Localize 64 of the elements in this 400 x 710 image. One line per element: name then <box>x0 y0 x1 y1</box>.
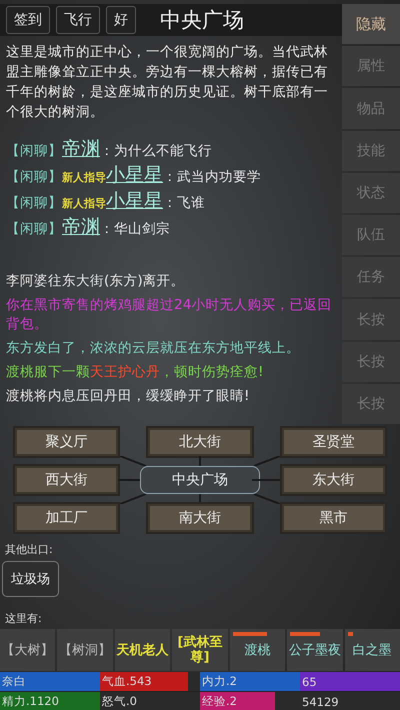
chat-message: ：飞谁 <box>163 194 205 212</box>
stat-label: 内力.2 <box>201 674 237 689</box>
stat-label: 65 <box>301 674 317 688</box>
player-title: 新人指导 <box>62 170 106 185</box>
chat-message: ：武当内功要学 <box>163 168 261 186</box>
top-button[interactable]: 签到 <box>6 6 50 34</box>
player-name-link[interactable]: 帝渊 <box>62 136 100 162</box>
log-message: 渡桃将内息压回丹田，缓缓睁开了眼睛! <box>6 387 250 406</box>
chat-channel: 【闲聊】 <box>6 194 62 212</box>
chat-channel: 【闲聊】 <box>6 220 62 238</box>
log-message: 东方发白了，浓浓的云层就压在东方地平线上。 <box>6 339 301 358</box>
player-name-link[interactable]: 小星星 <box>106 162 163 188</box>
log-message: 你在黑市寄售的烤鸡腿超过24小时无人购买，已返回背包。 <box>6 296 332 334</box>
entity-button[interactable]: 渡桃 <box>230 629 286 671</box>
exit-button[interactable]: 加工厂 <box>15 504 118 532</box>
exit-button[interactable]: 南大街 <box>148 504 252 532</box>
exit-button[interactable]: 黑市 <box>282 504 385 532</box>
entity-name: 公子墨夜 <box>288 642 341 658</box>
room-description: 这里是城市的正中心，一个很宽阔的广场。当代武林盟主雕像耸立正中央。旁边有一棵大榕树，据传已有千年的树龄，是这座城市的历史见证。树干底部有一个很大的树洞。 <box>6 43 329 122</box>
player-name-link[interactable]: 帝渊 <box>62 214 100 240</box>
chat-channel: 【闲聊】 <box>6 142 62 160</box>
section-label: 其他出口: <box>4 542 54 557</box>
entity-button[interactable]: [武林至尊] <box>172 629 228 671</box>
entity-name: 天机老人 <box>116 642 169 658</box>
chat-message: ：为什么不能飞行 <box>100 142 212 160</box>
exit-button[interactable]: 西大街 <box>15 466 118 494</box>
path-line <box>252 479 282 481</box>
top-button[interactable]: 飞行 <box>56 6 100 34</box>
player-name-link[interactable]: 小星星 <box>106 188 163 214</box>
entity-name: 渡桃 <box>244 642 270 658</box>
path-line <box>252 494 282 504</box>
entity-name: 【树洞】 <box>59 642 112 658</box>
log-message: 李阿婆往东大街(东方)离开。 <box>6 272 186 291</box>
entity-name: 白之墨 <box>352 642 392 658</box>
log-message: 渡桃服下一颗天王护心丹，顿时伤势痊愈! <box>6 363 264 382</box>
stat-label: 气血.543 <box>101 674 152 689</box>
path-line <box>118 456 148 466</box>
stat-label: 经验.2 <box>201 694 237 709</box>
entity-button[interactable]: 公子墨夜 <box>287 629 343 671</box>
entity-button[interactable]: 白之墨 <box>344 629 400 671</box>
exit-button[interactable]: 聚义厅 <box>15 428 118 456</box>
entity-button[interactable]: 天机老人 <box>114 629 170 671</box>
stat-label: 怒气.0 <box>101 694 137 709</box>
current-location-button[interactable]: 中央广场 <box>140 466 260 494</box>
entity-name: 【大树】 <box>2 642 54 658</box>
stat-label: 54129 <box>301 694 339 708</box>
path-line <box>118 494 148 504</box>
sidebar-button[interactable]: 隐藏 <box>342 4 400 44</box>
exit-button[interactable]: 东大街 <box>282 466 385 494</box>
entity-button[interactable]: 【大树】 <box>0 629 56 671</box>
path-line <box>252 456 282 466</box>
chat-message: ：华山剑宗 <box>100 220 170 238</box>
chat-channel: 【闲聊】 <box>6 168 62 186</box>
exit-button[interactable]: 垃圾场 <box>2 561 59 597</box>
stat-label: 精力.1120 <box>1 694 59 709</box>
stat-label: 奈白 <box>1 674 26 689</box>
top-button[interactable]: 好 <box>106 6 136 34</box>
entity-button[interactable]: 【树洞】 <box>57 629 113 671</box>
exit-button[interactable]: 圣贤堂 <box>282 428 385 456</box>
exit-button[interactable]: 北大街 <box>148 428 252 456</box>
room-title: 中央广场 <box>160 7 244 34</box>
section-label: 这里有: <box>4 611 43 626</box>
entity-name: [武林至尊] <box>176 635 224 665</box>
player-title: 新人指导 <box>62 196 106 211</box>
